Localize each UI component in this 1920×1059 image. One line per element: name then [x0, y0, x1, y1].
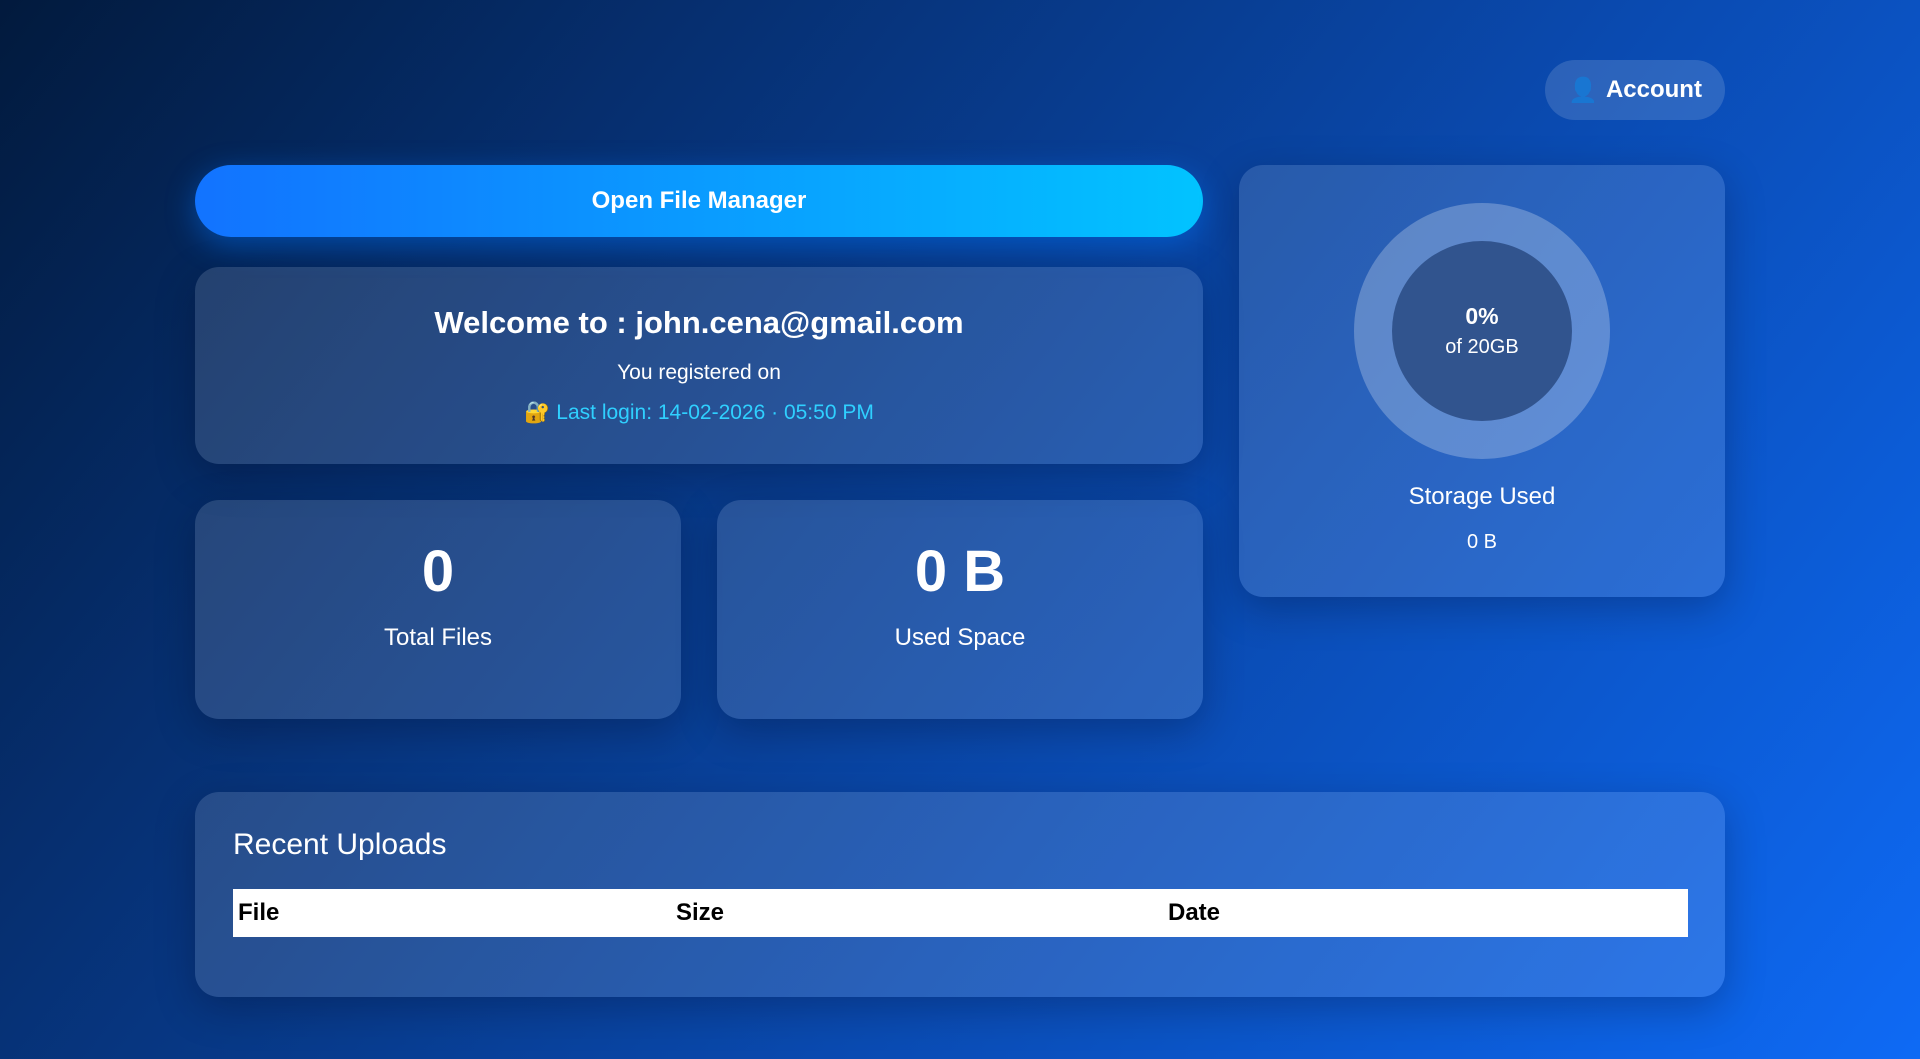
welcome-title: Welcome to : john.cena@gmail.com [434, 305, 964, 340]
user-icon: 👤 [1568, 76, 1598, 104]
storage-used-label: Storage Used [1408, 483, 1556, 510]
account-label: Account [1605, 76, 1702, 103]
column-header-size: Size [676, 899, 725, 926]
storage-card: 0% of 20GB Storage Used 0 B [1239, 165, 1725, 597]
storage-ring-center: 0% of 20GB [1392, 241, 1572, 421]
registered-text: You registered on [617, 361, 781, 384]
recent-uploads-title: Recent Uploads [233, 828, 447, 861]
recent-uploads-card: Recent Uploads File Size Date [195, 792, 1725, 997]
storage-ring: 0% of 20GB [1354, 203, 1610, 459]
storage-used-value: 0 B [1466, 531, 1498, 553]
lock-icon: 🔐 [524, 401, 551, 424]
used-space-card: 0 B Used Space [717, 500, 1203, 719]
storage-total: of 20GB [1445, 336, 1519, 358]
last-login-text: Last login: 14-02-2026 · 05:50 PM [556, 401, 874, 424]
account-button[interactable]: 👤 Account [1545, 60, 1725, 120]
total-files-card: 0 Total Files [195, 500, 681, 719]
used-space-value: 0 B [914, 539, 1006, 604]
open-file-manager-button[interactable]: Open File Manager [195, 165, 1203, 237]
total-files-label: Total Files [383, 624, 493, 651]
column-header-date: Date [1168, 899, 1221, 926]
recent-uploads-table-header: File Size Date [233, 889, 1688, 937]
column-header-file: File [238, 899, 280, 926]
last-login: 🔐 Last login: 14-02-2026 · 05:50 PM [195, 401, 1203, 425]
total-files-value: 0 [421, 539, 455, 604]
used-space-label: Used Space [894, 624, 1026, 651]
storage-percent: 0% [1465, 303, 1499, 329]
welcome-card: Welcome to : john.cena@gmail.com You reg… [195, 267, 1203, 464]
